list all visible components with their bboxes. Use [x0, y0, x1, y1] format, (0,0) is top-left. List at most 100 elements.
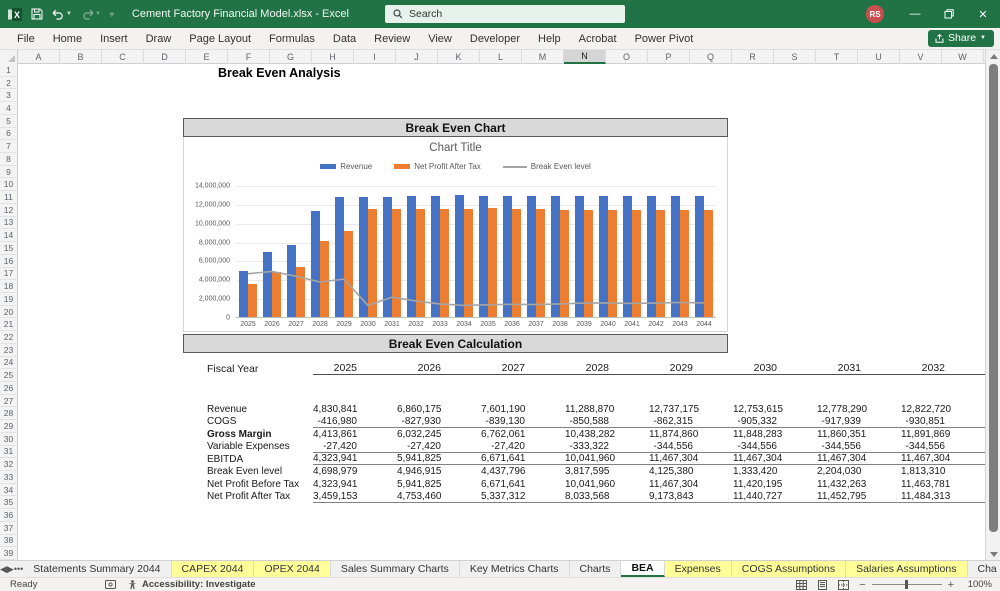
- chart-title[interactable]: Chart Title: [184, 142, 727, 154]
- row-header-24[interactable]: 24: [0, 357, 17, 370]
- cell-net-profit-before-tax-2026[interactable]: 5,941,825: [397, 479, 481, 490]
- cell-net-profit-before-tax-2032[interactable]: 11,463,781: [901, 479, 985, 490]
- row-header-36[interactable]: 36: [0, 509, 17, 522]
- redo-icon[interactable]: ▼: [81, 9, 101, 20]
- row-header-31[interactable]: 31: [0, 446, 17, 459]
- cell-revenue-2028[interactable]: 11,288,870: [565, 404, 649, 415]
- row-header-7[interactable]: 7: [0, 140, 17, 153]
- row-header-13[interactable]: 13: [0, 217, 17, 230]
- account-avatar[interactable]: RS: [866, 5, 884, 23]
- column-header-n[interactable]: N: [564, 50, 606, 64]
- zoom-in-icon[interactable]: +: [948, 581, 954, 589]
- row-header-30[interactable]: 30: [0, 433, 17, 446]
- row-header-10[interactable]: 10: [0, 178, 17, 191]
- row-header-15[interactable]: 15: [0, 242, 17, 255]
- ribbon-tab-home[interactable]: Home: [44, 30, 91, 48]
- cell-net-profit-before-tax-2030[interactable]: 11,420,195: [733, 479, 817, 490]
- cell-ebitda-2029[interactable]: 11,467,304: [649, 453, 733, 465]
- column-header-g[interactable]: G: [270, 50, 312, 64]
- cell-net-profit-before-tax-2028[interactable]: 10,041,960: [565, 479, 649, 490]
- zoom-slider[interactable]: [872, 584, 942, 585]
- search-input[interactable]: Search: [385, 5, 625, 23]
- cell-gross-margin-2025[interactable]: 4,413,861: [313, 429, 397, 440]
- undo-dropdown-caret[interactable]: ▼: [66, 11, 72, 17]
- cell-cogs-2025[interactable]: -416,980: [313, 416, 397, 428]
- row-header-35[interactable]: 35: [0, 496, 17, 509]
- cell-revenue-2032[interactable]: 12,822,720: [901, 404, 985, 415]
- cell-revenue-2030[interactable]: 12,753,615: [733, 404, 817, 415]
- year-header-2027[interactable]: 2027: [481, 362, 565, 375]
- row-label[interactable]: Gross Margin: [183, 429, 313, 440]
- break-even-line[interactable]: [236, 186, 716, 318]
- ribbon-tab-formulas[interactable]: Formulas: [260, 30, 324, 48]
- page-break-view-icon[interactable]: [838, 580, 849, 590]
- ribbon-tab-data[interactable]: Data: [324, 30, 365, 48]
- column-header-o[interactable]: O: [606, 50, 648, 64]
- cell-revenue-2027[interactable]: 7,601,190: [481, 404, 565, 415]
- cell-gross-margin-2029[interactable]: 11,874,860: [649, 429, 733, 440]
- cell-net-profit-after-tax-2026[interactable]: 4,753,460: [397, 491, 481, 503]
- cell-gross-margin-2028[interactable]: 10,438,282: [565, 429, 649, 440]
- cell-net-profit-after-tax-2031[interactable]: 11,452,795: [817, 491, 901, 503]
- cell-variable-expenses-2029[interactable]: -344,556: [649, 441, 733, 453]
- year-header-2031[interactable]: 2031: [817, 362, 901, 375]
- cell-break-even-level-2028[interactable]: 3,817,595: [565, 466, 649, 477]
- row-header-23[interactable]: 23: [0, 344, 17, 357]
- cell-net-profit-before-tax-2029[interactable]: 11,467,304: [649, 479, 733, 490]
- row-header-37[interactable]: 37: [0, 522, 17, 535]
- column-header-c[interactable]: C: [102, 50, 144, 64]
- row-header-17[interactable]: 17: [0, 268, 17, 281]
- cell-cogs-2032[interactable]: -930,851: [901, 416, 985, 428]
- row-header-11[interactable]: 11: [0, 191, 17, 204]
- customize-qat-icon[interactable]: ▿: [110, 10, 114, 19]
- cell-net-profit-after-tax-2029[interactable]: 9,173,843: [649, 491, 733, 503]
- column-header-q[interactable]: Q: [690, 50, 732, 64]
- cell-gross-margin-2026[interactable]: 6,032,245: [397, 429, 481, 440]
- sheet-tab-charts[interactable]: Charts: [570, 561, 622, 577]
- cell-cogs-2031[interactable]: -917,939: [817, 416, 901, 428]
- cell-revenue-2025[interactable]: 4,830,841: [313, 404, 397, 415]
- sheet-nav-more-icon[interactable]: •••: [14, 561, 23, 577]
- cell-ebitda-2025[interactable]: 4,323,941: [313, 453, 397, 465]
- cell-gross-margin-2032[interactable]: 11,891,869: [901, 429, 985, 440]
- column-header-m[interactable]: M: [522, 50, 564, 64]
- cell-cogs-2030[interactable]: -905,332: [733, 416, 817, 428]
- ribbon-tab-page-layout[interactable]: Page Layout: [180, 30, 260, 48]
- minimize-button[interactable]: —: [898, 0, 932, 28]
- legend-item-break-even-level[interactable]: Break Even level: [503, 162, 591, 171]
- row-header-18[interactable]: 18: [0, 280, 17, 293]
- row-header-6[interactable]: 6: [0, 128, 17, 141]
- row-header-3[interactable]: 3: [0, 89, 17, 102]
- row-header-2[interactable]: 2: [0, 77, 17, 90]
- year-header-2030[interactable]: 2030: [733, 362, 817, 375]
- ribbon-tab-draw[interactable]: Draw: [137, 30, 181, 48]
- cell-cogs-2029[interactable]: -862,315: [649, 416, 733, 428]
- cell-cogs-2027[interactable]: -839,130: [481, 416, 565, 428]
- macro-record-icon[interactable]: [105, 580, 116, 589]
- excel-app-icon[interactable]: X: [8, 8, 22, 21]
- cell-break-even-level-2029[interactable]: 4,125,380: [649, 466, 733, 477]
- sheet-tab-key-metrics-charts[interactable]: Key Metrics Charts: [460, 561, 570, 577]
- cell-ebitda-2028[interactable]: 10,041,960: [565, 453, 649, 465]
- cell-break-even-level-2027[interactable]: 4,437,796: [481, 466, 565, 477]
- cell-ebitda-2026[interactable]: 5,941,825: [397, 453, 481, 465]
- cell-revenue-2031[interactable]: 12,778,290: [817, 404, 901, 415]
- year-header-2029[interactable]: 2029: [649, 362, 733, 375]
- cell-cogs-2026[interactable]: -827,930: [397, 416, 481, 428]
- row-header-16[interactable]: 16: [0, 255, 17, 268]
- column-header-s[interactable]: S: [774, 50, 816, 64]
- cell-ebitda-2030[interactable]: 11,467,304: [733, 453, 817, 465]
- ribbon-tab-developer[interactable]: Developer: [461, 30, 529, 48]
- cell-cogs-2028[interactable]: -850,588: [565, 416, 649, 428]
- row-header-4[interactable]: 4: [0, 102, 17, 115]
- column-header-d[interactable]: D: [144, 50, 186, 64]
- row-header-29[interactable]: 29: [0, 420, 17, 433]
- sheet-tab-salaries-assumptions[interactable]: Salaries Assumptions: [846, 561, 967, 577]
- column-header-v[interactable]: V: [900, 50, 942, 64]
- cell-net-profit-before-tax-2025[interactable]: 4,323,941: [313, 479, 397, 490]
- row-header-5[interactable]: 5: [0, 115, 17, 128]
- zoom-slider-thumb[interactable]: [905, 580, 908, 589]
- row-header-33[interactable]: 33: [0, 471, 17, 484]
- normal-view-icon[interactable]: [796, 580, 807, 590]
- column-header-l[interactable]: L: [480, 50, 522, 64]
